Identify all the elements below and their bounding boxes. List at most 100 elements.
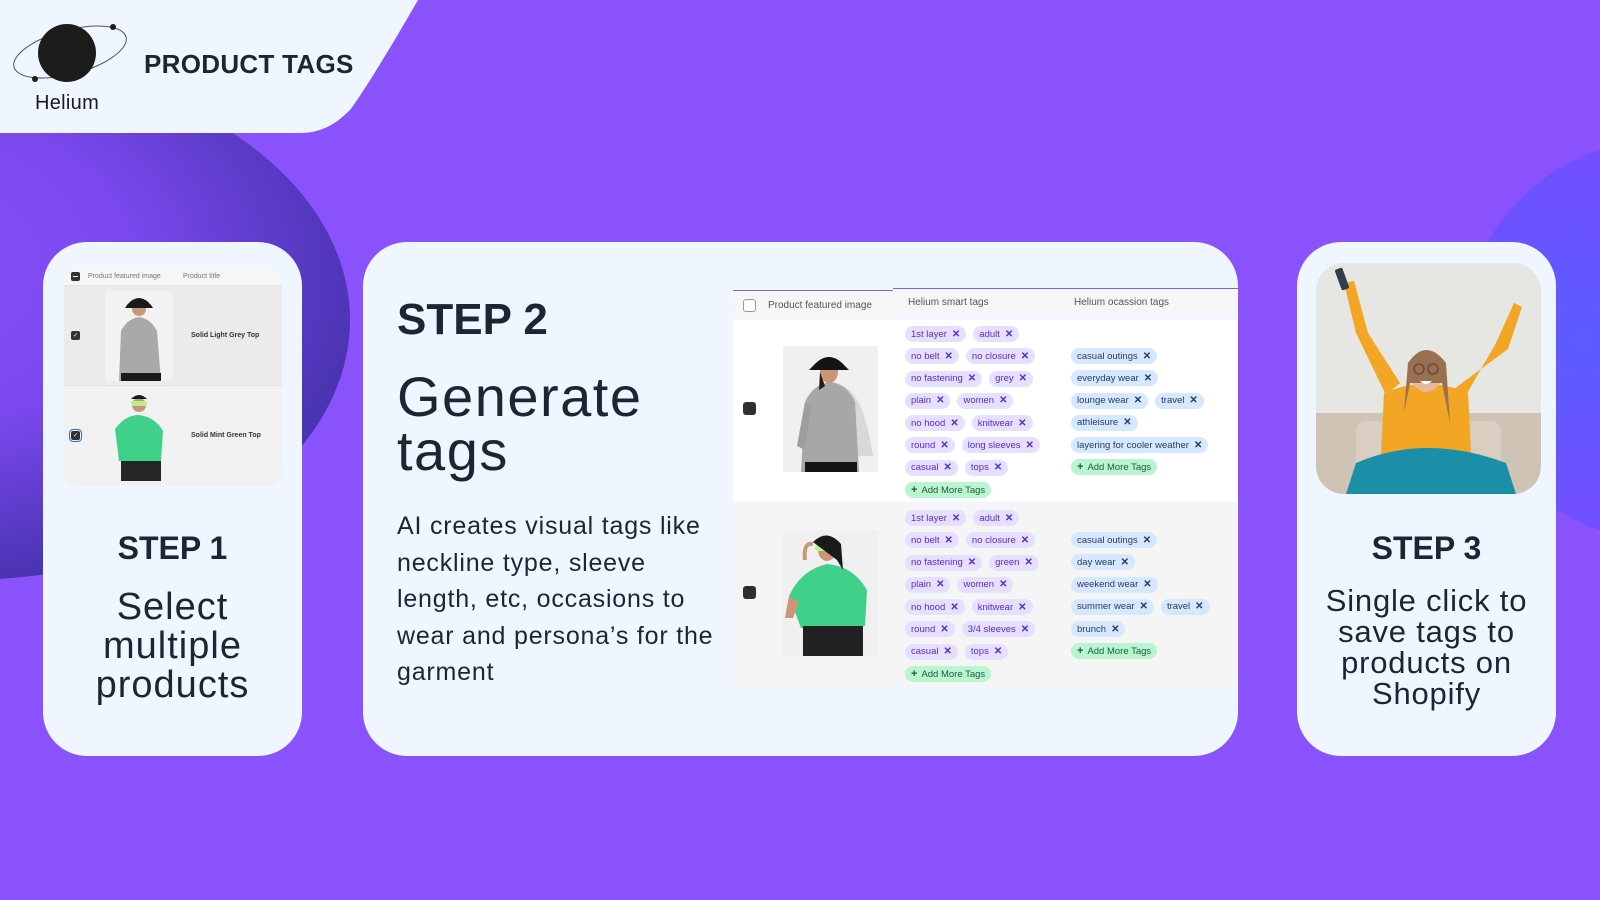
header-panel: Helium PRODUCT TAGS [0,0,420,133]
remove-tag-icon[interactable]: ✕ [1024,557,1032,568]
remove-tag-icon[interactable]: ✕ [943,462,951,473]
remove-tag-icon[interactable]: ✕ [1021,624,1029,635]
remove-tag-icon[interactable]: ✕ [952,329,960,340]
row-checkbox[interactable] [743,402,756,415]
remove-tag-icon[interactable]: ✕ [968,557,976,568]
tag-row: plain ✕ women ✕ [905,576,1065,599]
smart-tag: knitwear ✕ [971,599,1033,616]
remove-tag-icon[interactable]: ✕ [1018,418,1026,429]
page-title: PRODUCT TAGS [144,49,354,79]
remove-tag-icon[interactable]: ✕ [999,579,1007,590]
remove-tag-icon[interactable]: ✕ [936,579,944,590]
remove-tag-icon[interactable]: ✕ [945,351,953,362]
occasion-tag: day wear ✕ [1071,554,1135,571]
row-checkbox[interactable] [69,429,82,442]
remove-tag-icon[interactable]: ✕ [1134,395,1142,406]
tag-row: athleisure ✕ [1071,414,1238,437]
tag-label: women [963,395,995,407]
step2-card: STEP 2 Generate tags AI creates visual t… [363,242,1238,756]
remove-tag-icon[interactable]: ✕ [1189,395,1197,406]
table-row: 1st layer ✕ adult ✕ no belt ✕ no closure ✕ no fa… [733,504,1238,686]
remove-tag-icon[interactable]: ✕ [945,535,953,546]
remove-tag-icon[interactable]: ✕ [999,395,1007,406]
occasion-tag: casual outings ✕ [1071,532,1158,548]
smart-tag: adult ✕ [973,326,1020,342]
tag-label: no closure [971,534,1016,546]
tag-label: 1st layer [911,328,947,340]
smart-tag: tops ✕ [964,643,1009,660]
tag-row: no hood ✕ knitwear ✕ [905,599,1065,621]
remove-tag-icon[interactable]: ✕ [1195,601,1203,612]
remove-tag-icon[interactable]: ✕ [994,646,1002,657]
add-more-tags-button[interactable]: + Add More Tags [905,482,992,499]
smart-tag: adult ✕ [973,510,1020,526]
tag-row: casual outings ✕ [1071,532,1238,554]
remove-tag-icon[interactable]: ✕ [1021,535,1029,546]
column-header-image: Product featured image [88,273,161,280]
smart-tag: women ✕ [957,576,1014,593]
remove-tag-icon[interactable]: ✕ [1021,351,1029,362]
table-row[interactable]: Solid Mint Green Top [64,385,282,485]
helium-logo-icon [8,18,133,88]
smart-tag: long sleeves ✕ [961,437,1040,454]
remove-tag-icon[interactable]: ✕ [994,462,1002,473]
remove-tag-icon[interactable]: ✕ [1018,602,1026,613]
tag-label: plain [911,395,932,407]
remove-tag-icon[interactable]: ✕ [1005,513,1013,524]
tag-label: women [963,579,995,591]
remove-tag-icon[interactable]: ✕ [1111,624,1119,635]
remove-tag-icon[interactable]: ✕ [950,602,958,613]
smart-tags-list: 1st layer ✕ adult ✕ no belt ✕ no closure ✕ no fa… [905,326,1065,504]
remove-tag-icon[interactable]: ✕ [1143,579,1151,590]
tag-row: plain ✕ women ✕ [905,392,1065,415]
step3-card: STEP 3 Single click to save tags to prod… [1297,242,1556,756]
add-more-tags-label: Add More Tags [921,484,986,496]
remove-tag-icon[interactable]: ✕ [943,646,951,657]
table-row: 1st layer ✕ adult ✕ no belt ✕ no closure ✕ no fa… [733,320,1238,502]
smart-tag: plain ✕ [905,392,951,409]
occasion-tag: everyday wear ✕ [1071,370,1159,387]
remove-tag-icon[interactable]: ✕ [1026,440,1034,451]
add-more-tags-button[interactable]: + Add More Tags [1071,459,1158,476]
remove-tag-icon[interactable]: ✕ [1140,601,1148,612]
remove-tag-icon[interactable]: ✕ [940,440,948,451]
smart-tag: no belt ✕ [905,532,959,549]
remove-tag-icon[interactable]: ✕ [1123,417,1131,428]
row-checkbox[interactable] [71,331,80,340]
remove-tag-icon[interactable]: ✕ [1019,373,1027,384]
column-header-smart-tags: Helium smart tags [908,297,989,308]
table-header: Product featured image Helium smart tags… [733,288,1238,319]
occasion-tag: brunch ✕ [1071,621,1126,638]
remove-tag-icon[interactable]: ✕ [1005,329,1013,340]
tag-row: brunch ✕ [1071,621,1238,643]
add-more-tags-button[interactable]: + Add More Tags [1071,643,1158,660]
step-description: Single click to save tags to products on… [1325,583,1528,711]
remove-tag-icon[interactable]: ✕ [1143,351,1151,362]
step-label: STEP 1 [117,530,228,566]
tag-label: summer wear [1077,601,1135,613]
occasion-tags-list: casual outings ✕ everyday wear ✕ lounge wear… [1071,348,1238,482]
remove-tag-icon[interactable]: ✕ [950,418,958,429]
tag-label: athleisure [1077,417,1119,429]
tag-label: knitwear [977,417,1014,429]
tag-label: weekend wear [1077,579,1139,591]
remove-tag-icon[interactable]: ✕ [1143,535,1151,546]
add-more-tags-button[interactable]: + Add More Tags [905,666,992,683]
remove-tag-icon[interactable]: ✕ [952,513,960,524]
remove-tag-icon[interactable]: ✕ [1194,440,1202,451]
smart-tag: no closure ✕ [965,532,1036,549]
table-row[interactable]: Solid Light Grey Top [64,285,282,385]
select-all-checkbox[interactable] [743,298,756,312]
product-image-grey-top [105,290,173,381]
tag-row: casual outings ✕ [1071,348,1238,370]
remove-tag-icon[interactable]: ✕ [936,395,944,406]
product-selection-table: Product featured image Product title Sol… [64,268,282,486]
select-all-checkbox[interactable] [71,272,80,281]
smart-tag: no fastening ✕ [905,370,983,387]
remove-tag-icon[interactable]: ✕ [1121,557,1129,568]
remove-tag-icon[interactable]: ✕ [940,624,948,635]
remove-tag-icon[interactable]: ✕ [1144,373,1152,384]
tag-label: casual [911,462,939,474]
row-checkbox[interactable] [743,586,756,599]
remove-tag-icon[interactable]: ✕ [968,373,976,384]
